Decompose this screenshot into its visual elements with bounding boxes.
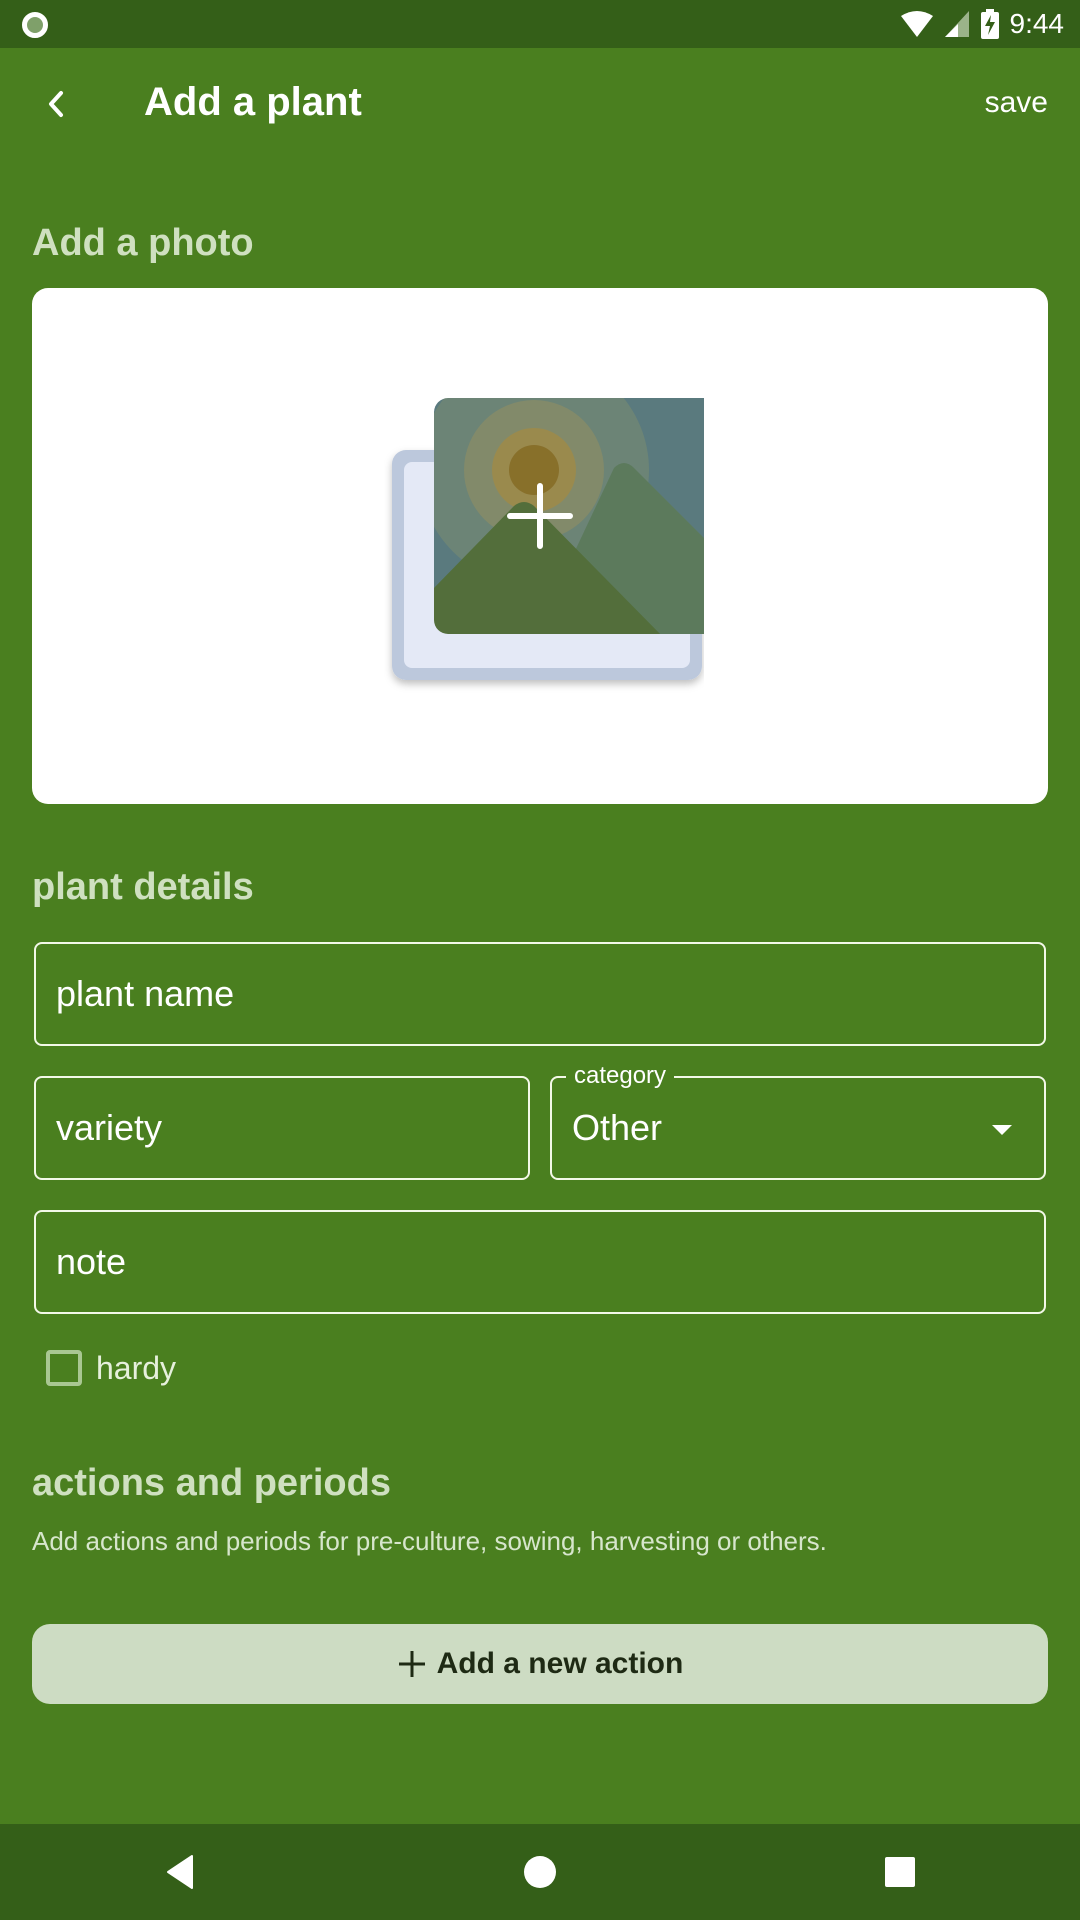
wifi-icon	[900, 11, 933, 37]
category-dropdown[interactable]: category Other	[550, 1062, 1046, 1180]
variety-field[interactable]: variety	[34, 1076, 530, 1180]
note-placeholder: note	[56, 1241, 127, 1282]
actions-section-heading: actions and periods	[32, 1462, 391, 1504]
nav-back-button[interactable]	[120, 1824, 240, 1920]
add-new-action-button[interactable]: Add a new action	[32, 1624, 1048, 1704]
nav-home-button[interactable]	[480, 1824, 600, 1920]
plus-icon	[398, 1651, 425, 1677]
back-triangle-icon	[167, 1855, 193, 1889]
photo-section-heading: Add a photo	[32, 222, 254, 264]
nav-recents-button[interactable]	[840, 1824, 960, 1920]
recents-square-icon	[885, 1857, 915, 1887]
plant-name-placeholder: plant name	[56, 973, 235, 1014]
back-button[interactable]	[30, 78, 82, 130]
notification-circle-icon	[22, 12, 48, 38]
battery-charging-icon	[980, 9, 999, 39]
status-time: 9:44	[1009, 8, 1065, 39]
variety-placeholder: variety	[56, 1107, 163, 1148]
plant-name-field[interactable]: plant name	[34, 942, 1046, 1046]
cellular-signal-icon	[944, 11, 969, 37]
note-field[interactable]: note	[34, 1210, 1046, 1314]
hardy-checkbox-row[interactable]: hardy	[46, 1348, 176, 1388]
add-photo-card[interactable]	[32, 288, 1048, 804]
page-title: Add a plant	[144, 80, 362, 124]
dropdown-arrow-icon	[992, 1125, 1012, 1135]
hardy-checkbox[interactable]	[46, 1350, 82, 1386]
category-label: category	[566, 1062, 675, 1090]
status-bar: 9:44	[0, 0, 1080, 48]
category-selected-value: Other	[572, 1107, 663, 1148]
app-bar: Add a plant save	[0, 48, 1080, 160]
save-button[interactable]: save	[985, 86, 1048, 120]
add-photo-icon	[392, 398, 704, 680]
add-new-action-label: Add a new action	[436, 1647, 684, 1680]
home-circle-icon	[524, 1856, 556, 1888]
details-section-heading: plant details	[32, 866, 254, 908]
hardy-label: hardy	[96, 1349, 177, 1386]
status-icons: 9:44	[900, 0, 1065, 48]
chevron-left-icon	[49, 91, 63, 117]
actions-description: Add actions and periods for pre-culture,…	[32, 1526, 827, 1556]
system-nav-bar	[0, 1824, 1080, 1920]
